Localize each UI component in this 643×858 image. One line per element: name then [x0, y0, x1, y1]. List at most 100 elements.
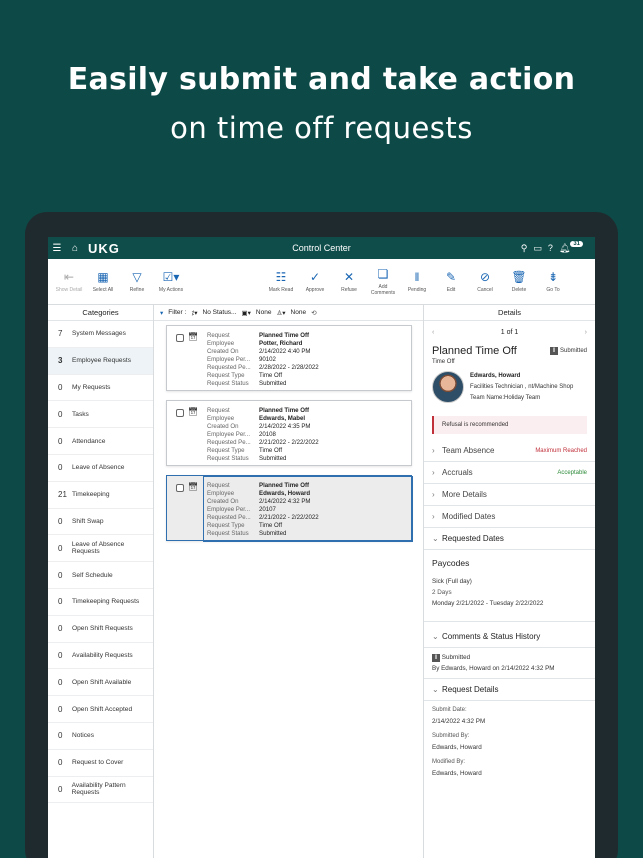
requested-dates-section[interactable]: ⌄ Requested Dates [424, 528, 595, 550]
chat-icon[interactable]: ▭ [533, 243, 542, 254]
request-card[interactable]: 📅︎ Request Planned Time Off Employee Potter,… [166, 325, 412, 391]
category-label: Notices [72, 732, 94, 740]
show-detail-button[interactable]: ⇤ Show Detail [52, 270, 86, 293]
category-item[interactable]: 0 Request to Cover [48, 750, 153, 777]
field-label: Request Status [207, 530, 249, 537]
hero-headline: Easily submit and take action on time of… [0, 62, 643, 145]
hero-line-1: Easily submit and take action [67, 62, 576, 97]
add-comments-button[interactable]: ❏ Add Comments [366, 267, 400, 296]
mark-read-button[interactable]: ☷ Mark Read [264, 270, 298, 293]
avatar [432, 371, 464, 403]
field-value: Planned Time Off [259, 482, 309, 489]
request-card[interactable]: 📅︎ Request Planned Time Off Employee Edwards… [166, 400, 412, 466]
category-label: System Messages [72, 330, 126, 338]
field-label: Requested Pe... [207, 514, 251, 521]
toolbar-label: Refuse [341, 287, 357, 293]
toolbar-label: Cancel [477, 287, 493, 293]
card-checkbox[interactable] [176, 409, 184, 417]
section-team-absence[interactable]: › Team Absence Maximum Reached [424, 440, 595, 462]
category-item[interactable]: 0 Open Shift Available [48, 669, 153, 697]
section-modified-dates[interactable]: › Modified Dates [424, 506, 595, 528]
request-title: Planned Time Off [432, 345, 517, 357]
comment-status-text: Submitted [441, 654, 471, 661]
section-status: Maximum Reached [535, 447, 587, 454]
comments-section[interactable]: ⌄ Comments & Status History [424, 626, 595, 648]
go-to-button[interactable]: ⇟ Go To [536, 270, 570, 293]
category-item[interactable]: 0 Notices [48, 723, 153, 750]
field-value: 2/14/2022 4:32 PM [259, 498, 311, 505]
modified-by-label: Modified By: [432, 759, 466, 765]
next-icon[interactable]: › [585, 329, 587, 336]
category-item[interactable]: 0 Availability Pattern Requests [48, 777, 153, 804]
field-value: 2/14/2022 4:40 PM [259, 348, 311, 355]
category-label: Availability Requests [72, 651, 133, 659]
category-item[interactable]: 0 Leave of Absence Requests [48, 535, 153, 563]
category-item[interactable]: 3 Employee Requests [48, 347, 153, 375]
category-item[interactable]: 0 Timekeeping Requests [48, 589, 153, 616]
people-filter[interactable]: None [291, 309, 307, 316]
help-icon[interactable]: ? [548, 243, 553, 253]
edit-button[interactable]: ✎ Edit [434, 270, 468, 293]
app-screen: ☰ ⌂ UKG Control Center ⚲ ▭ ? 🔔︎ 31 ⇤ Show… [48, 237, 595, 858]
home-icon[interactable]: ⌂ [66, 243, 84, 254]
request-card[interactable]: 📅︎ Request Planned Time Off Employee Edwards… [166, 475, 413, 542]
category-item[interactable]: 0 My Requests [48, 375, 153, 402]
field-label: Employee [207, 415, 235, 422]
field-label: Request Type [207, 522, 245, 529]
field-value: 2/28/2022 - 2/28/2022 [259, 364, 319, 371]
status-filter-icon[interactable]: ⁒▾ [191, 309, 197, 317]
category-item[interactable]: 0 Self Schedule [48, 562, 153, 589]
people-filter-icon[interactable]: ♙▾ [276, 309, 285, 317]
category-label: Timekeeping Requests [72, 598, 140, 606]
pending-button[interactable]: ‖ Pending [400, 270, 434, 293]
field-label: Employee Per... [207, 431, 251, 438]
date-filter[interactable]: None [256, 309, 272, 316]
category-item[interactable]: 0 Shift Swap [48, 509, 153, 536]
refresh-icon[interactable]: ⟲ [311, 309, 316, 317]
category-item[interactable]: 21 Timekeeping [48, 482, 153, 509]
employee-role: Facilities Technician , nt/Machine Shop [470, 384, 574, 390]
category-item[interactable]: 0 Tasks [48, 401, 153, 429]
toolbar-label: Go To [546, 287, 560, 293]
refuse-button[interactable]: ✕ Refuse [332, 270, 366, 293]
approve-button[interactable]: ✓ Approve [298, 270, 332, 293]
category-label: Request to Cover [72, 759, 124, 767]
section-accruals[interactable]: › Accruals Acceptable [424, 462, 595, 484]
search-icon[interactable]: ⚲ [521, 243, 528, 254]
category-item[interactable]: 0 Leave of Absence [48, 455, 153, 482]
request-details-section[interactable]: ⌄ Request Details [424, 679, 595, 701]
card-checkbox[interactable] [176, 334, 184, 342]
details-panel: Details ‹ 1 of 1 › Planned Time Off ‖ Sub… [424, 305, 595, 858]
category-count: 0 [58, 597, 63, 607]
calendar-filter-icon[interactable]: ▣▾ [241, 309, 250, 317]
category-item[interactable]: 0 Availability Requests [48, 643, 153, 670]
go-to-icon: ⇟ [547, 270, 559, 284]
category-item[interactable]: 0 Attendance [48, 428, 153, 455]
toolbar-label: Delete [511, 287, 527, 293]
refine-button[interactable]: ▽ Refine [120, 270, 154, 293]
my-actions-icon: ☑▾ [162, 270, 180, 284]
cancel-button[interactable]: ⊘ Cancel [468, 270, 502, 293]
select-all-button[interactable]: ▦ Select All [86, 270, 120, 293]
field-label: Created On [207, 348, 239, 355]
notifications-icon[interactable]: 🔔︎ [559, 243, 570, 254]
delete-button[interactable]: 🗑 Delete [502, 270, 536, 293]
category-item[interactable]: 7 System Messages [48, 321, 153, 348]
action-toolbar: ⇤ Show Detail ▦ Select All ▽ Refine ☑▾ My Actio… [48, 259, 595, 305]
section-status: Acceptable [557, 469, 587, 476]
employee-card: Edwards, Howard Facilities Technician , … [424, 367, 595, 408]
field-value: Submitted [259, 530, 287, 537]
section-more-details[interactable]: › More Details [424, 484, 595, 506]
my-actions-button[interactable]: ☑▾ My Actions [154, 270, 188, 293]
modified-by-value: Edwards, Howard [432, 770, 482, 777]
category-item[interactable]: 0 Open Shift Requests [48, 616, 153, 643]
field-value: Edwards, Howard [259, 490, 311, 497]
card-checkbox[interactable] [176, 484, 184, 492]
submitted-by-value: Edwards, Howard [432, 744, 482, 751]
comments-body: ‖ Submitted By Edwards, Howard on 2/14/2… [424, 648, 595, 679]
menu-icon[interactable]: ☰ [48, 243, 66, 254]
prev-icon[interactable]: ‹ [432, 329, 434, 336]
category-item[interactable]: 0 Open Shift Accepted [48, 696, 153, 723]
date-range: Monday 2/21/2022 - Tuesday 2/22/2022 [432, 600, 544, 607]
status-filter[interactable]: No Status... [203, 309, 237, 316]
